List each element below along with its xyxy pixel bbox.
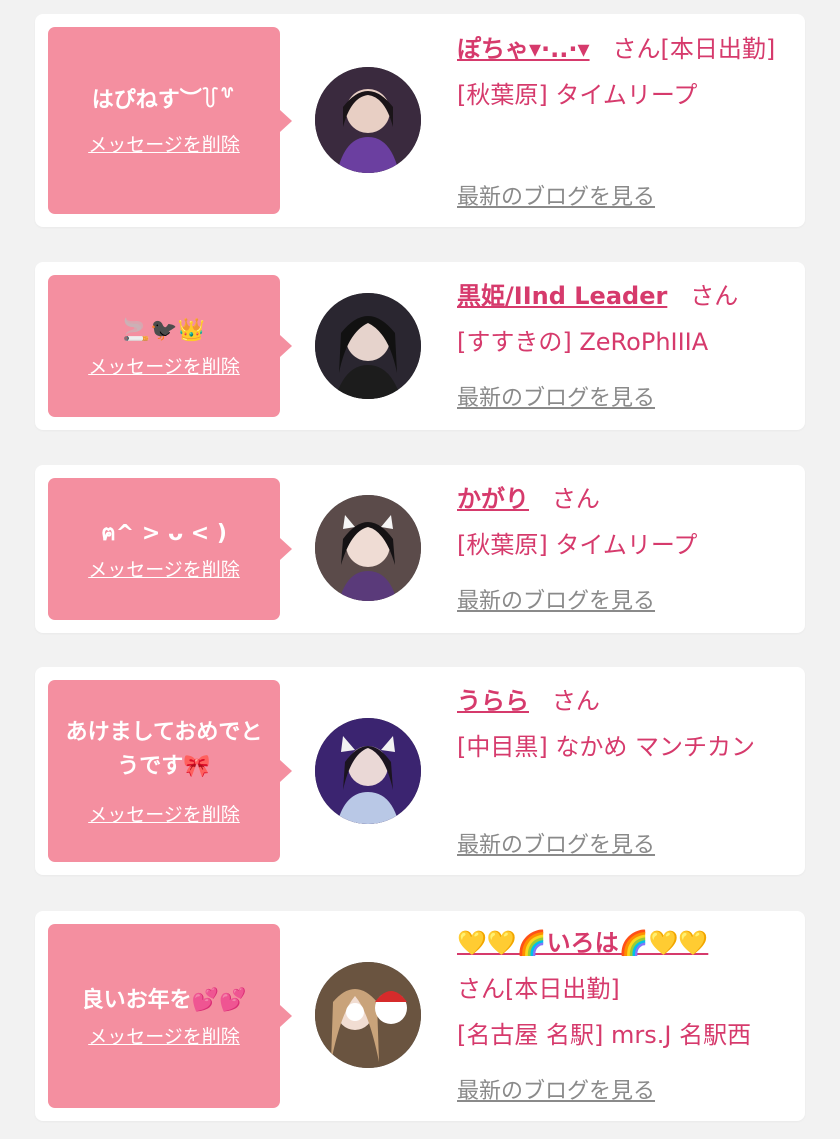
honorific: さん	[690, 282, 739, 310]
favorite-card: あけましておめでとうです🎀 メッセージを削除 うらら さん [中目黒] なかめ …	[35, 667, 805, 875]
honorific: さん[本日出勤]	[612, 35, 776, 63]
message-text: あけましておめでとうです🎀	[65, 719, 263, 779]
avatar[interactable]	[315, 293, 421, 399]
latest-blog-link[interactable]: 最新のブログを見る	[457, 380, 655, 412]
cast-name-link[interactable]: うらら	[457, 687, 529, 715]
shop-info: [秋葉原] タイムリープ	[457, 531, 698, 559]
cast-name-link[interactable]: 💛💛🌈いろは🌈💛💛	[457, 929, 708, 957]
message-text: 良いお年を💕💕	[81, 987, 247, 1013]
favorite-card: 良いお年を💕💕 メッセージを削除 💛💛🌈いろは🌈💛💛 さん[本日出勤] [名古屋…	[35, 911, 805, 1121]
shop-info: [名古屋 名駅] mrs.J 名駅西	[457, 1021, 752, 1049]
delete-message-link[interactable]: メッセージを削除	[88, 130, 240, 157]
latest-blog-link[interactable]: 最新のブログを見る	[457, 1073, 655, 1105]
latest-blog-link[interactable]: 最新のブログを見る	[457, 583, 655, 615]
favorite-card: ฅ^ > ᴗ < ) メッセージを削除 かがり さん [秋葉原] タイムリープ …	[35, 465, 805, 633]
cast-name-link[interactable]: かがり	[457, 485, 529, 513]
message-text: はぴねす︶꒦꒷	[91, 88, 237, 113]
latest-blog-link[interactable]: 最新のブログを見る	[457, 827, 655, 859]
delete-message-link[interactable]: メッセージを削除	[88, 800, 240, 827]
cast-info: かがり さん [秋葉原] タイムリープ	[457, 476, 797, 568]
avatar[interactable]	[315, 718, 421, 824]
avatar[interactable]	[315, 962, 421, 1068]
message-bubble: 🚬🐦‍⬛👑 メッセージを削除	[48, 275, 292, 417]
shop-info: [すすきの] ZeRoPhIIIA	[457, 328, 709, 356]
cast-info: 💛💛🌈いろは🌈💛💛 さん[本日出勤] [名古屋 名駅] mrs.J 名駅西	[457, 920, 797, 1058]
cast-name-link[interactable]: ぽちゃ▾·..·▾	[457, 35, 590, 63]
favorite-card: 🚬🐦‍⬛👑 メッセージを削除 黒姫/IInd Leader さん [すすきの] …	[35, 262, 805, 430]
message-bubble: ฅ^ > ᴗ < ) メッセージを削除	[48, 478, 292, 620]
message-text: 🚬🐦‍⬛👑	[122, 317, 206, 343]
avatar[interactable]	[315, 67, 421, 173]
message-bubble: あけましておめでとうです🎀 メッセージを削除	[48, 680, 292, 862]
avatar[interactable]	[315, 495, 421, 601]
cast-info: 黒姫/IInd Leader さん [すすきの] ZeRoPhIIIA	[457, 273, 797, 365]
message-bubble: はぴねす︶꒦꒷ メッセージを削除	[48, 27, 292, 214]
cast-info: うらら さん [中目黒] なかめ マンチカン	[457, 678, 797, 770]
cast-name-link[interactable]: 黒姫/IInd Leader	[457, 282, 667, 310]
delete-message-link[interactable]: メッセージを削除	[88, 555, 240, 582]
message-bubble: 良いお年を💕💕 メッセージを削除	[48, 924, 292, 1108]
shop-info: [中目黒] なかめ マンチカン	[457, 733, 755, 761]
cast-info: ぽちゃ▾·..·▾ さん[本日出勤] [秋葉原] タイムリープ	[457, 26, 797, 118]
honorific: さん	[551, 687, 600, 715]
delete-message-link[interactable]: メッセージを削除	[88, 352, 240, 379]
shop-info: [秋葉原] タイムリープ	[457, 81, 698, 109]
honorific: さん[本日出勤]	[457, 975, 620, 1003]
honorific: さん	[551, 485, 600, 513]
favorite-card: はぴねす︶꒦꒷ メッセージを削除 ぽちゃ▾·..·▾ さん[本日出勤] [秋葉原…	[35, 14, 805, 227]
latest-blog-link[interactable]: 最新のブログを見る	[457, 179, 655, 211]
delete-message-link[interactable]: メッセージを削除	[88, 1022, 240, 1049]
message-text: ฅ^ > ᴗ < )	[101, 520, 227, 546]
